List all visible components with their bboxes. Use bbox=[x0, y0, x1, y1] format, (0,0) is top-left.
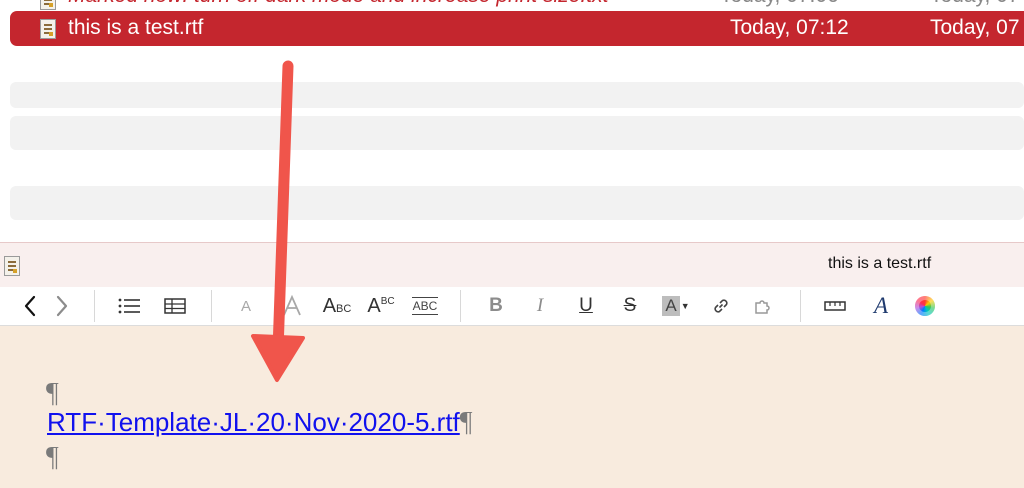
paragraph-mark: ¶ bbox=[459, 407, 473, 438]
italic-icon: I bbox=[536, 295, 544, 316]
toolbar-divider bbox=[460, 290, 461, 322]
file-date-modified: Today, 07:12 bbox=[730, 16, 849, 39]
fonts-icon: A bbox=[873, 293, 889, 318]
italic-button[interactable]: I bbox=[528, 291, 552, 321]
bold-button[interactable]: B bbox=[484, 291, 508, 321]
file-date: Today, 07:06 bbox=[720, 0, 839, 8]
dropdown-triangle-icon: ▼ bbox=[680, 301, 690, 311]
plugins-button[interactable] bbox=[750, 291, 776, 321]
list-icon bbox=[118, 298, 140, 314]
file-date-created: Today, 07 bbox=[930, 0, 1020, 8]
empty-list-row bbox=[10, 116, 1024, 150]
strikethrough-icon: S bbox=[623, 295, 637, 316]
highlight-icon: A bbox=[662, 296, 680, 316]
colors-button[interactable] bbox=[912, 291, 938, 321]
font-larger-button[interactable] bbox=[278, 291, 306, 321]
file-link[interactable]: RTF·Template·JL·20·Nov·2020-5.rtf bbox=[47, 407, 460, 437]
link-button[interactable] bbox=[708, 291, 734, 321]
bold-icon: B bbox=[489, 295, 503, 316]
toolbar-divider bbox=[211, 290, 212, 322]
toolbar-divider bbox=[94, 290, 95, 322]
paragraph-mark: ¶ bbox=[46, 442, 59, 473]
formatting-toolbar: A ABC ABC ABC B I U S A ▼ A bbox=[0, 287, 1024, 326]
ruler-button[interactable] bbox=[822, 291, 848, 321]
table-icon bbox=[164, 298, 186, 314]
toolbar-divider bbox=[800, 290, 801, 322]
ruler-icon bbox=[824, 301, 846, 311]
file-name: Marked now: turn off dark mode and incre… bbox=[68, 0, 608, 8]
font-smaller-button[interactable]: A bbox=[234, 291, 258, 321]
strikethrough-button[interactable]: S bbox=[618, 291, 642, 321]
color-wheel-icon bbox=[915, 296, 935, 316]
small-caps-icon: ABC bbox=[322, 294, 352, 317]
font-smaller-icon: A bbox=[240, 297, 251, 315]
empty-list-row bbox=[10, 82, 1024, 108]
small-caps-button[interactable]: ABC bbox=[320, 291, 354, 321]
all-caps-icon: ABC bbox=[411, 297, 439, 315]
underline-button[interactable]: U bbox=[574, 291, 598, 321]
back-button[interactable] bbox=[18, 291, 42, 321]
highlight-button[interactable]: A ▼ bbox=[660, 291, 692, 321]
file-row-partial[interactable]: Marked now: turn off dark mode and incre… bbox=[0, 0, 1024, 10]
chevron-left-icon bbox=[24, 295, 36, 317]
link-icon bbox=[714, 299, 728, 313]
file-row-selected[interactable]: this is a test.rtf Today, 07:12 Today, 0… bbox=[10, 11, 1024, 46]
document-info-bar: this is a test.rtf bbox=[0, 242, 1024, 288]
document-editor[interactable]: ¶ RTF·Template·JL·20·Nov·2020-5.rtf¶ ¶ bbox=[0, 326, 1024, 488]
font-larger-icon bbox=[283, 295, 301, 316]
superscript-icon: ABC bbox=[367, 294, 395, 317]
superscript-button[interactable]: ABC bbox=[366, 291, 396, 321]
rtf-file-icon[interactable] bbox=[4, 256, 20, 276]
puzzle-piece-icon bbox=[755, 300, 770, 314]
file-date-created: Today, 07 bbox=[930, 16, 1020, 39]
file-name: this is a test.rtf bbox=[68, 16, 204, 39]
all-caps-button[interactable]: ABC bbox=[410, 291, 440, 321]
rtf-file-icon bbox=[40, 19, 56, 39]
rtf-file-icon bbox=[40, 0, 56, 10]
table-button[interactable] bbox=[162, 291, 188, 321]
fonts-button[interactable]: A bbox=[868, 291, 894, 321]
chevron-right-icon bbox=[56, 295, 68, 317]
document-title: this is a test.rtf bbox=[828, 255, 932, 272]
empty-list-row bbox=[10, 186, 1024, 220]
forward-button[interactable] bbox=[50, 291, 74, 321]
document-line: RTF·Template·JL·20·Nov·2020-5.rtf¶ bbox=[47, 406, 472, 439]
underline-icon: U bbox=[579, 295, 593, 316]
bulleted-list-button[interactable] bbox=[116, 291, 142, 321]
